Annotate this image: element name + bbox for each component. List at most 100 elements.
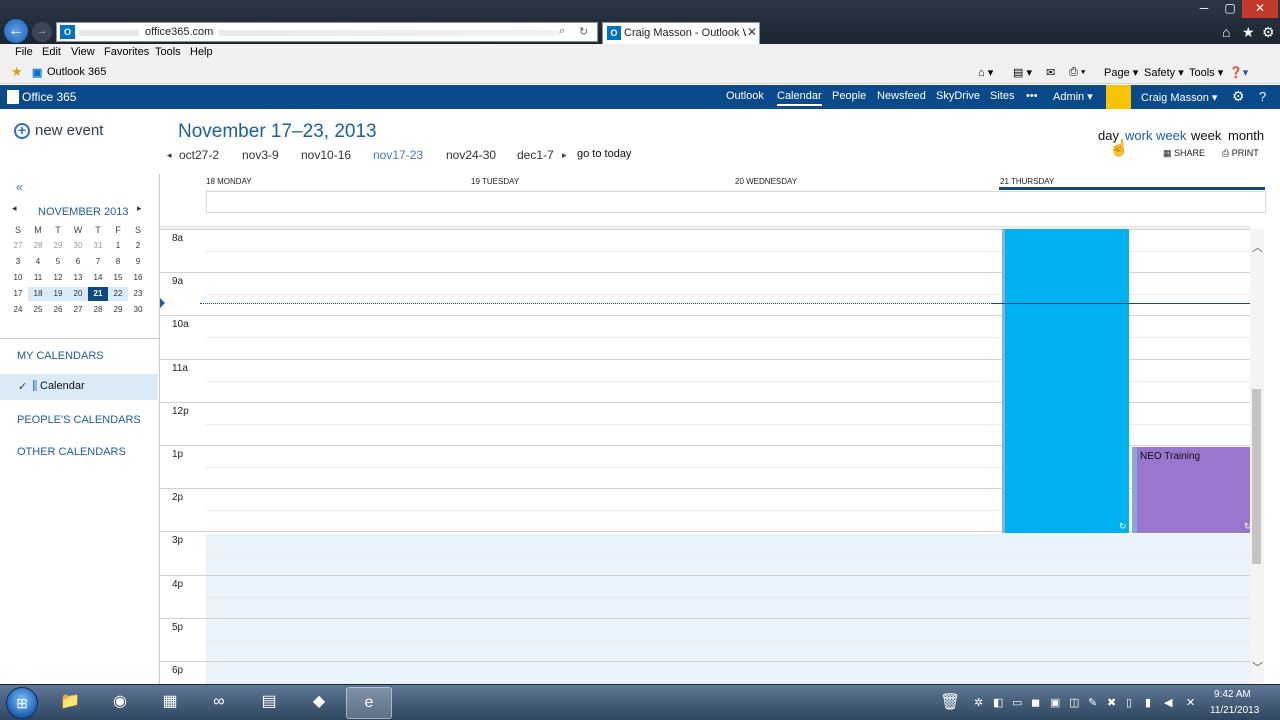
start-button-icon[interactable]: ⊞ bbox=[6, 687, 38, 719]
mini-cal-day[interactable]: 16 bbox=[128, 271, 148, 285]
collapse-pane-icon[interactable]: « bbox=[16, 180, 23, 194]
vertical-scrollbar[interactable]: ︿ ﹀ bbox=[1250, 229, 1264, 684]
mini-cal-day[interactable]: 7 bbox=[88, 255, 108, 269]
tray-icon[interactable]: ✖ bbox=[1107, 696, 1116, 709]
tray-icon[interactable]: ◼ bbox=[1031, 696, 1040, 709]
mini-cal-day[interactable]: 17 bbox=[8, 287, 28, 301]
notification-badge[interactable] bbox=[1106, 85, 1131, 109]
nav-sites[interactable]: Sites bbox=[990, 90, 1014, 102]
scroll-up-icon[interactable]: ︿ bbox=[1252, 239, 1263, 255]
help-icon[interactable]: ❓▾ bbox=[1229, 66, 1248, 79]
view-week[interactable]: week bbox=[1191, 128, 1221, 143]
mini-cal-day[interactable]: 18 bbox=[28, 287, 48, 301]
week-link[interactable]: oct27-2 bbox=[179, 148, 219, 162]
mini-cal-next-icon[interactable]: ▸ bbox=[137, 203, 142, 214]
tray-icon[interactable]: ▭ bbox=[1012, 696, 1022, 709]
menu-edit[interactable]: Edit bbox=[42, 46, 61, 58]
mini-cal-day[interactable]: 28 bbox=[88, 303, 108, 317]
nav-people[interactable]: People bbox=[832, 90, 866, 102]
peoples-calendars-heading[interactable]: PEOPLE'S CALENDARS bbox=[17, 414, 141, 426]
internet-explorer-icon[interactable]: e bbox=[346, 687, 392, 719]
home-cmd-icon[interactable]: ⌂ ▾ bbox=[978, 66, 993, 79]
browser-tab[interactable]: O Craig Masson - Outlook We... ✕ bbox=[602, 22, 760, 44]
print-button[interactable]: ⎙ PRINT bbox=[1222, 148, 1259, 159]
tab-close-icon[interactable]: ✕ bbox=[747, 25, 757, 39]
battery-icon[interactable]: ▯ bbox=[1126, 696, 1132, 709]
go-to-today-link[interactable]: go to today bbox=[577, 148, 631, 160]
scroll-thumb[interactable] bbox=[1252, 389, 1261, 564]
mini-cal-day[interactable]: 26 bbox=[48, 303, 68, 317]
busy-event[interactable]: ↻ bbox=[1002, 229, 1129, 533]
refresh-icon[interactable]: ↻ bbox=[579, 25, 588, 38]
volume-icon[interactable]: ◀ bbox=[1164, 696, 1172, 709]
mini-cal-day[interactable]: 28 bbox=[28, 239, 48, 253]
nav-outlook[interactable]: Outlook bbox=[726, 90, 764, 102]
window-maximize-icon[interactable]: ▢ bbox=[1216, 0, 1244, 18]
network-icon[interactable]: ▮ bbox=[1145, 696, 1151, 709]
mini-cal-day[interactable]: 31 bbox=[88, 239, 108, 253]
address-bar[interactable]: O office365.com ⌕ ↻ bbox=[56, 22, 598, 42]
user-menu[interactable]: Craig Masson ▾ bbox=[1141, 91, 1217, 104]
favorites-add-icon[interactable]: ★ bbox=[11, 64, 23, 80]
app-red-icon[interactable]: ▦ bbox=[147, 687, 193, 719]
home-icon[interactable]: ⌂ bbox=[1222, 24, 1230, 40]
next-week-icon[interactable]: ▸ bbox=[562, 150, 567, 161]
mini-cal-day[interactable]: 29 bbox=[48, 239, 68, 253]
favorite-outlook-365[interactable]: Outlook 365 bbox=[47, 66, 106, 78]
mini-cal-day[interactable]: 3 bbox=[8, 255, 28, 269]
mini-cal-day[interactable]: 9 bbox=[128, 255, 148, 269]
explorer-icon[interactable]: ▤ bbox=[246, 687, 292, 719]
all-day-row[interactable] bbox=[206, 191, 1266, 213]
mini-cal-day[interactable]: 6 bbox=[68, 255, 88, 269]
other-calendars-heading[interactable]: OTHER CALENDARS bbox=[17, 446, 126, 458]
nav-skydrive[interactable]: SkyDrive bbox=[936, 90, 980, 102]
mini-cal-day[interactable]: 11 bbox=[28, 271, 48, 285]
mini-cal-day[interactable]: 20 bbox=[68, 287, 88, 301]
media-icon[interactable]: ◆ bbox=[296, 687, 342, 719]
mini-cal-day[interactable]: 30 bbox=[128, 303, 148, 317]
menu-view[interactable]: View bbox=[71, 46, 95, 58]
mini-cal-prev-icon[interactable]: ◂ bbox=[12, 203, 17, 214]
day-header-tuesday[interactable]: 19 TUESDAY bbox=[471, 177, 519, 186]
day-header-monday[interactable]: 18 MONDAY bbox=[206, 177, 252, 186]
share-button[interactable]: ▦ SHARE bbox=[1163, 148, 1205, 159]
favorites-star-icon[interactable]: ★ bbox=[1242, 24, 1255, 41]
tray-icon[interactable]: ▣ bbox=[1050, 696, 1060, 709]
time-grid[interactable]: 8a 9a 10a 11a 12p 1p 2p 3p 4p 5p 6p ↻ NEO Training… bbox=[160, 229, 1250, 684]
mini-cal-day[interactable]: 4 bbox=[28, 255, 48, 269]
nav-more[interactable]: ••• bbox=[1026, 90, 1038, 102]
tray-icon[interactable]: ✲ bbox=[974, 696, 983, 709]
visual-studio-icon[interactable]: ∞ bbox=[196, 687, 242, 719]
day-header-thursday[interactable]: 21 THURSDAY bbox=[1000, 177, 1054, 186]
menu-help[interactable]: Help bbox=[190, 46, 213, 58]
scroll-down-icon[interactable]: ﹀ bbox=[1252, 659, 1263, 675]
settings-gear-icon[interactable]: ⚙ bbox=[1262, 24, 1275, 41]
window-close-icon[interactable]: ✕ bbox=[1242, 0, 1278, 18]
mini-cal-day[interactable]: 27 bbox=[8, 239, 28, 253]
tray-icon[interactable]: ◫ bbox=[1069, 696, 1079, 709]
clock-date[interactable]: 11/21/2013 bbox=[1210, 705, 1259, 716]
mini-cal-day[interactable]: 10 bbox=[8, 271, 28, 285]
week-link[interactable]: nov3-9 bbox=[242, 148, 279, 162]
page-menu[interactable]: Page ▾ bbox=[1104, 66, 1138, 79]
menu-favorites[interactable]: Favorites bbox=[104, 46, 149, 58]
search-icon[interactable]: ⌕ bbox=[559, 25, 565, 38]
tray-icon[interactable]: ✎ bbox=[1088, 696, 1097, 709]
window-minimize-icon[interactable]: ─ bbox=[1190, 0, 1218, 18]
tray-icon[interactable]: ◧ bbox=[993, 696, 1003, 709]
help-question-icon[interactable]: ? bbox=[1259, 89, 1266, 104]
view-work-week[interactable]: work week bbox=[1125, 128, 1186, 143]
mini-cal-day[interactable]: 25 bbox=[28, 303, 48, 317]
mini-cal-day[interactable]: 30 bbox=[68, 239, 88, 253]
calendar-list-item[interactable]: ✓ Calendar bbox=[0, 374, 158, 400]
menu-file[interactable]: File bbox=[15, 46, 33, 58]
safety-menu[interactable]: Safety ▾ bbox=[1144, 66, 1184, 79]
folder-icon[interactable]: 📁 bbox=[47, 687, 93, 719]
rss-feed-icon[interactable]: ▤ ▾ bbox=[1013, 66, 1032, 79]
print-cmd-icon[interactable]: ⎙ ▾ bbox=[1069, 66, 1085, 79]
mini-cal-day[interactable]: 23 bbox=[128, 287, 148, 301]
nav-admin[interactable]: Admin ▾ bbox=[1053, 90, 1093, 103]
mini-cal-day[interactable]: 8 bbox=[108, 255, 128, 269]
mini-cal-day[interactable]: 27 bbox=[68, 303, 88, 317]
mini-cal-day[interactable]: 21 bbox=[88, 287, 108, 301]
